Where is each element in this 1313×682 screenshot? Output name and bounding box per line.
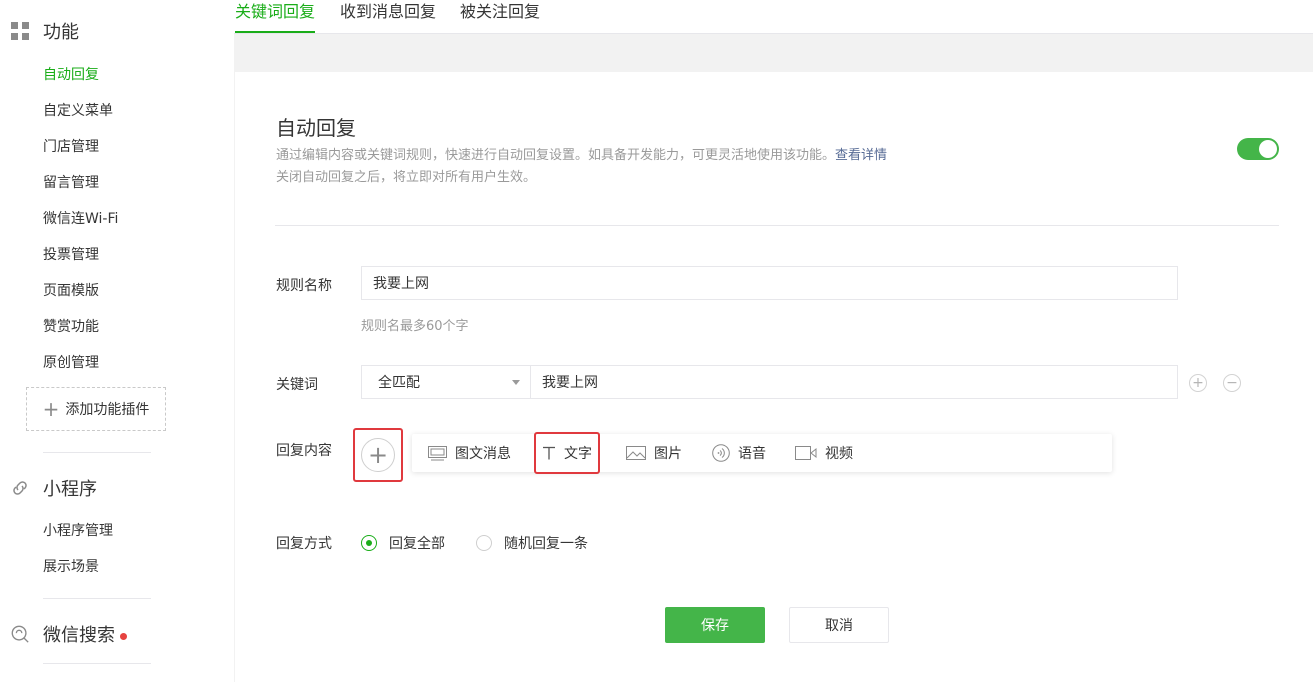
add-keyword-button[interactable]: + — [1189, 374, 1207, 392]
video-icon — [795, 446, 817, 460]
reply-type-image[interactable]: 图片 — [626, 434, 682, 472]
sidebar-item-vote[interactable]: 投票管理 — [43, 244, 99, 264]
add-plugin-button[interactable]: + 添加功能插件 — [26, 387, 166, 431]
sidebar-item-comments[interactable]: 留言管理 — [43, 172, 99, 192]
add-reply-highlight: + — [353, 428, 403, 482]
sidebar-item-auto-reply[interactable]: 自动回复 — [43, 64, 99, 84]
reply-type-bar: 图文消息 文字 图片 语音 视频 — [412, 432, 1112, 474]
rule-name-hint: 规则名最多60个字 — [361, 319, 469, 334]
keyword-input[interactable] — [530, 365, 1178, 399]
match-type-select[interactable]: 全匹配 — [361, 365, 531, 399]
description-text: 通过编辑内容或关键词规则，快速进行自动回复设置。如具备开发能力，可更灵活地使用该… — [276, 148, 836, 163]
rule-name-label: 规则名称 — [276, 278, 332, 294]
reply-method-label: 回复方式 — [276, 536, 332, 552]
reply-type-news[interactable]: 图文消息 — [428, 434, 511, 472]
reply-all-label: 回复全部 — [389, 536, 445, 552]
section-mini-program-title: 小程序 — [43, 479, 97, 500]
reply-type-voice[interactable]: 语音 — [712, 434, 766, 472]
plus-icon: + — [367, 441, 389, 469]
radio-dot — [361, 535, 377, 551]
sidebar-item-display-scene[interactable]: 展示场景 — [43, 556, 99, 576]
reply-all-radio[interactable]: 回复全部 — [361, 533, 445, 553]
add-plugin-label: 添加功能插件 — [65, 402, 150, 418]
view-details-link[interactable]: 查看详情 — [835, 148, 887, 163]
page-description-secondary: 关闭自动回复之后，将立即对所有用户生效。 — [276, 170, 537, 185]
reply-content-label: 回复内容 — [276, 443, 332, 459]
plus-icon: + — [42, 397, 60, 421]
sidebar-item-reward[interactable]: 赞赏功能 — [43, 316, 99, 336]
link-icon — [10, 478, 30, 498]
tab-message-reply[interactable]: 收到消息回复 — [340, 0, 436, 33]
search-icon — [10, 624, 30, 644]
sidebar: 功能 自动回复 自定义菜单 门店管理 留言管理 微信连Wi-Fi 投票管理 页面… — [0, 0, 234, 682]
section-mini-program: 小程序 — [10, 475, 97, 501]
reply-type-news-label: 图文消息 — [455, 446, 511, 462]
rule-name-input[interactable] — [361, 266, 1178, 300]
match-type-value: 全匹配 — [378, 375, 420, 391]
divider — [275, 225, 1279, 226]
cancel-button[interactable]: 取消 — [789, 607, 889, 643]
sidebar-item-original[interactable]: 原创管理 — [43, 352, 99, 372]
plus-icon: + — [1192, 375, 1204, 391]
wechat-search-label: 微信搜索 — [43, 625, 115, 646]
reply-type-voice-label: 语音 — [738, 446, 766, 462]
sidebar-item-custom-menu[interactable]: 自定义菜单 — [43, 100, 113, 120]
random-reply-label: 随机回复一条 — [504, 536, 588, 552]
sidebar-item-page-template[interactable]: 页面模版 — [43, 280, 99, 300]
section-wechat-search-title: 微信搜索 — [43, 621, 127, 647]
sidebar-item-mini-program-manage[interactable]: 小程序管理 — [43, 520, 113, 540]
divider — [43, 452, 151, 453]
page-description: 通过编辑内容或关键词规则，快速进行自动回复设置。如具备开发能力，可更灵活地使用该… — [276, 144, 887, 163]
random-reply-radio[interactable]: 随机回复一条 — [476, 533, 588, 553]
image-icon — [626, 446, 646, 460]
section-function-title: 功能 — [43, 22, 79, 43]
chevron-down-icon — [512, 380, 520, 385]
section-wechat-search: 微信搜索 — [10, 621, 127, 647]
save-button[interactable]: 保存 — [665, 607, 765, 643]
news-icon — [428, 445, 447, 461]
sidebar-item-wifi[interactable]: 微信连Wi-Fi — [43, 208, 118, 228]
reply-type-video-label: 视频 — [825, 446, 853, 462]
radio-dot — [476, 535, 492, 551]
divider — [43, 598, 151, 599]
keyword-label: 关键词 — [276, 377, 318, 393]
tab-follow-reply[interactable]: 被关注回复 — [460, 0, 540, 33]
voice-icon — [712, 444, 730, 462]
tab-keyword-reply[interactable]: 关键词回复 — [235, 0, 315, 33]
notification-dot — [120, 632, 127, 640]
tab-bar: 关键词回复 收到消息回复 被关注回复 — [234, 0, 1313, 34]
auto-reply-toggle[interactable] — [1237, 138, 1279, 160]
main-panel: 自动回复 通过编辑内容或关键词规则，快速进行自动回复设置。如具备开发能力，可更灵… — [235, 72, 1313, 682]
reply-type-text[interactable]: 文字 — [534, 432, 600, 474]
remove-keyword-button[interactable]: − — [1223, 374, 1241, 392]
sidebar-item-store[interactable]: 门店管理 — [43, 136, 99, 156]
section-function: 功能 — [10, 18, 79, 44]
divider — [43, 663, 151, 664]
minus-icon: − — [1226, 375, 1238, 391]
reply-type-image-label: 图片 — [654, 446, 682, 462]
toggle-knob — [1259, 140, 1277, 158]
reply-type-text-label: 文字 — [564, 446, 592, 462]
reply-type-video[interactable]: 视频 — [795, 434, 853, 472]
page-title: 自动回复 — [276, 116, 356, 140]
grid-icon — [10, 21, 30, 41]
add-reply-button[interactable]: + — [361, 438, 395, 472]
text-icon — [542, 446, 556, 460]
